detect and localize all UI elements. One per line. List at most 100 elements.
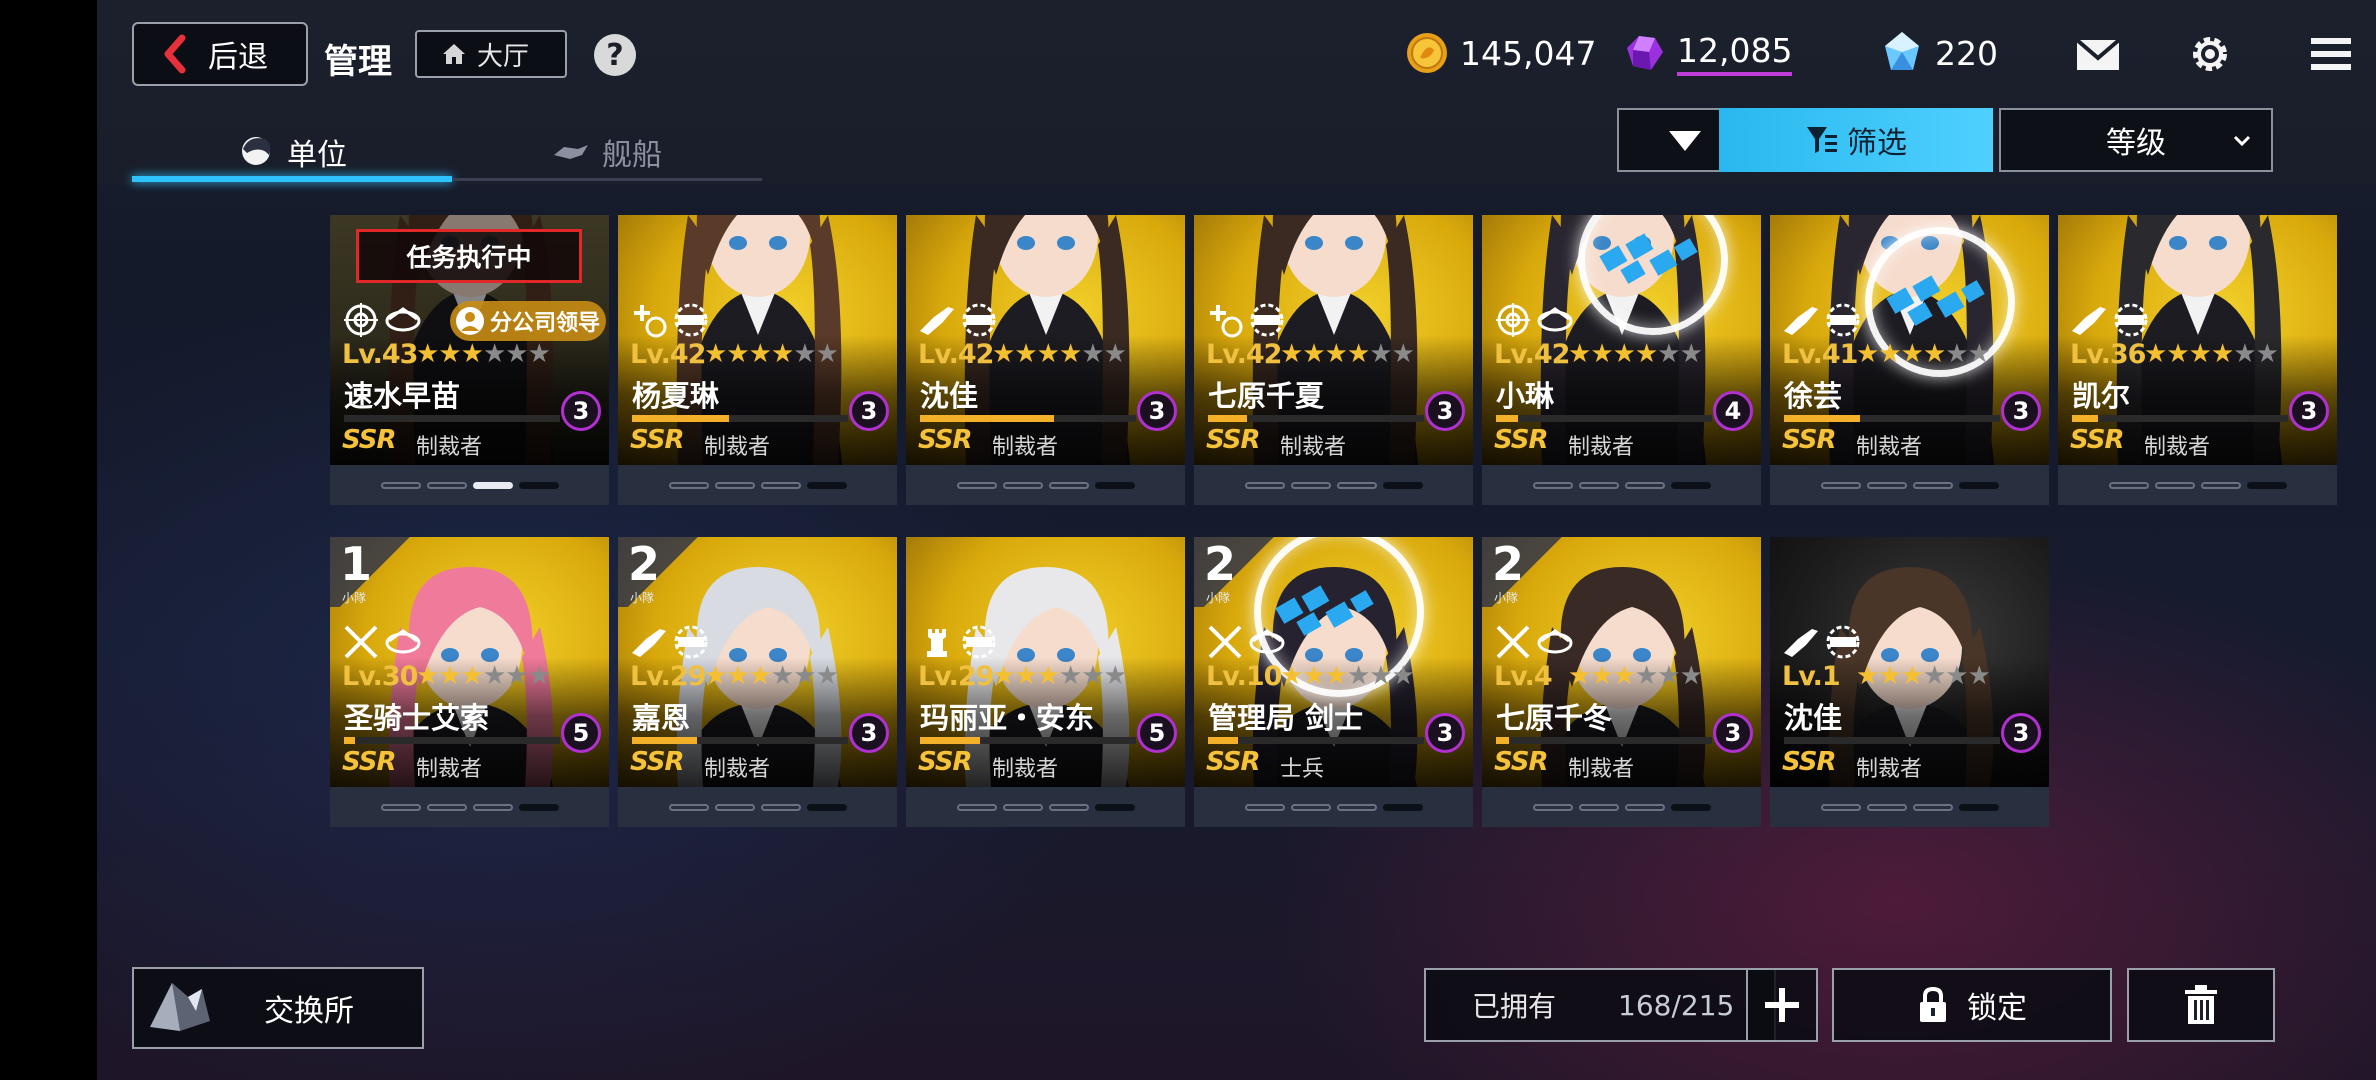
- star-icon: ★: [2144, 339, 2167, 369]
- exchange-label: 交换所: [264, 994, 354, 1029]
- slot-indicator: [1382, 803, 1423, 811]
- exchange-button[interactable]: 交换所: [132, 967, 424, 1049]
- star-icon: ★: [1657, 661, 1680, 691]
- unit-card[interactable]: 1 小隊 Lv.30 ★★★★★★ 圣骑士艾索 5 SSR 制裁者: [330, 537, 609, 827]
- star-icon: ★: [505, 661, 528, 691]
- unit-card[interactable]: 2 小隊 Lv.29 ★★★★★★ 嘉恩 3 SSR 制裁者: [618, 537, 897, 827]
- rifle-role-icon: [2072, 307, 2106, 335]
- slot-indicator: [1094, 803, 1135, 811]
- all-role-icon: [2114, 303, 2148, 337]
- add-slots-button[interactable]: [1746, 968, 1818, 1042]
- unit-card[interactable]: Lv.36 ★★★★★★ 凯尔 3 SSR 制裁者: [2058, 215, 2337, 505]
- unit-stars: ★★★★★★: [1856, 661, 1991, 691]
- star-icon: ★: [1014, 339, 1037, 369]
- exp-progress-bar: [1784, 415, 2000, 422]
- slot-indicator: [1382, 481, 1423, 489]
- star-icon: ★: [793, 661, 816, 691]
- star-icon: ★: [1280, 661, 1303, 691]
- game-screen: 后退 管理 大厅 ? 145,047 12,085 220 单位 舰船 筛选 等…: [0, 0, 2376, 1080]
- star-icon: ★: [1612, 661, 1636, 691]
- unit-level: Lv.36: [2070, 339, 2146, 370]
- exp-progress-fill: [1496, 737, 1509, 744]
- slot-indicator: [1912, 481, 1953, 489]
- equipment-slots: [1194, 465, 1473, 505]
- star-icon: ★: [815, 339, 839, 369]
- unit-card[interactable]: 2 小隊 Lv.10 ★★★★★★ 管理局 剑士 3 SSR 士兵: [1194, 537, 1473, 827]
- unit-card[interactable]: Lv.42 ★★★★★★ 杨夏琳 3 SSR 制裁者: [618, 215, 897, 505]
- exp-progress-fill: [1784, 415, 1860, 422]
- unit-portrait-frame: 任务执行中 分公司领导 Lv.43 ★★★★★★ 速水早苗 3 SSR 制裁者: [330, 215, 609, 465]
- slot-indicator: [1820, 481, 1861, 489]
- unit-card[interactable]: Lv.29 ★★★★★★ 玛丽亚・安东 5 SSR 制裁者: [906, 537, 1185, 827]
- slot-indicator: [2154, 481, 2195, 489]
- unit-card[interactable]: Lv.42 ★★★★★★ 七原千夏 3 SSR 制裁者: [1194, 215, 1473, 505]
- grade-badge: 3: [561, 391, 601, 431]
- slot-indicator: [1244, 803, 1285, 811]
- rifle-role-icon: [1784, 629, 1818, 657]
- support-role-icon: [1210, 305, 1243, 338]
- star-icon: ★: [1346, 661, 1370, 691]
- slot-indicator: [806, 803, 847, 811]
- star-icon: ★: [1280, 339, 1303, 369]
- star-icon: ★: [1634, 339, 1658, 369]
- glitch-effect-icon: [1275, 585, 1374, 636]
- chevron-down-icon: [2233, 135, 2251, 147]
- star-icon: ★: [1324, 661, 1348, 691]
- unit-card[interactable]: Lv.42 ★★★★★★ 小琳 4 SSR 制裁者: [1482, 215, 1761, 505]
- unit-stars: ★★★★★★: [416, 339, 551, 369]
- star-icon: ★: [527, 339, 551, 369]
- support-role-icon: [634, 305, 667, 338]
- unit-card[interactable]: 2 小隊 Lv.4 ★★★★★★ 七原千冬 3 SSR 制裁者: [1482, 537, 1761, 827]
- grade-badge: 3: [1425, 713, 1465, 753]
- unit-level: Lv.42: [1494, 339, 1570, 370]
- unit-portrait-frame: Lv.1 ★★★★★★ 沈佳 3 SSR 制裁者: [1770, 537, 2049, 787]
- star-icon: ★: [1302, 661, 1325, 691]
- lock-icon: [1920, 986, 1946, 1022]
- unit-level: Lv.1: [1782, 661, 1841, 692]
- unit-card[interactable]: Lv.42 ★★★★★★ 沈佳 3 SSR 制裁者: [906, 215, 1185, 505]
- unit-card[interactable]: 任务执行中 分公司领导 Lv.43 ★★★★★★ 速水早苗 3 SSR 制裁者: [330, 215, 609, 505]
- unit-role-icons: [1494, 301, 1574, 339]
- unit-level: Lv.42: [918, 339, 994, 370]
- exp-progress-bar: [632, 415, 848, 422]
- rarity-label: SSR: [1206, 425, 1261, 455]
- delete-button[interactable]: [2127, 968, 2275, 1042]
- unit-role-icons: [1206, 623, 1286, 661]
- star-icon: ★: [2255, 339, 2279, 369]
- unit-stars: ★★★★★★: [1280, 661, 1415, 691]
- slot-indicator: [1578, 803, 1619, 811]
- slot-indicator: [1532, 803, 1573, 811]
- unit-name: 玛丽亚・安东: [920, 701, 1095, 735]
- equipment-slots: [1770, 787, 2049, 827]
- exp-progress-fill: [344, 737, 355, 744]
- exp-progress-bar: [344, 737, 560, 744]
- rifle-role-icon: [1784, 307, 1818, 335]
- unit-role-icons: [2070, 301, 2150, 339]
- slot-indicator: [1578, 481, 1619, 489]
- slot-indicator: [1866, 481, 1907, 489]
- unit-card[interactable]: Lv.1 ★★★★★★ 沈佳 3 SSR 制裁者: [1770, 537, 2049, 827]
- star-icon: ★: [992, 661, 1015, 691]
- rook-role-icon: [927, 629, 947, 657]
- slot-indicator: [1048, 481, 1089, 489]
- exp-progress-fill: [1208, 737, 1239, 744]
- rarity-label: SSR: [918, 425, 973, 455]
- star-icon: ★: [1634, 661, 1658, 691]
- star-icon: ★: [815, 661, 839, 691]
- all-role-icon: [1250, 303, 1284, 337]
- lock-button[interactable]: 锁定: [1832, 968, 2112, 1042]
- slot-indicator: [426, 481, 467, 489]
- unit-name: 小琳: [1496, 379, 1555, 413]
- hamburger-menu-icon[interactable]: [2307, 32, 2355, 76]
- unit-name: 杨夏琳: [632, 379, 720, 413]
- unit-card[interactable]: Lv.41 ★★★★★★ 徐芸 3 SSR 制裁者: [1770, 215, 2049, 505]
- unit-name: 速水早苗: [344, 379, 461, 413]
- slot-indicator: [380, 803, 421, 811]
- star-icon: ★: [416, 661, 439, 691]
- star-icon: ★: [1103, 339, 1127, 369]
- unit-portrait-frame: 2 小隊 Lv.4 ★★★★★★ 七原千冬 3 SSR 制裁者: [1482, 537, 1761, 787]
- star-icon: ★: [2166, 339, 2189, 369]
- glitch-effect-icon: [1886, 275, 1985, 326]
- unit-role-icons: [630, 623, 710, 661]
- star-icon: ★: [992, 339, 1015, 369]
